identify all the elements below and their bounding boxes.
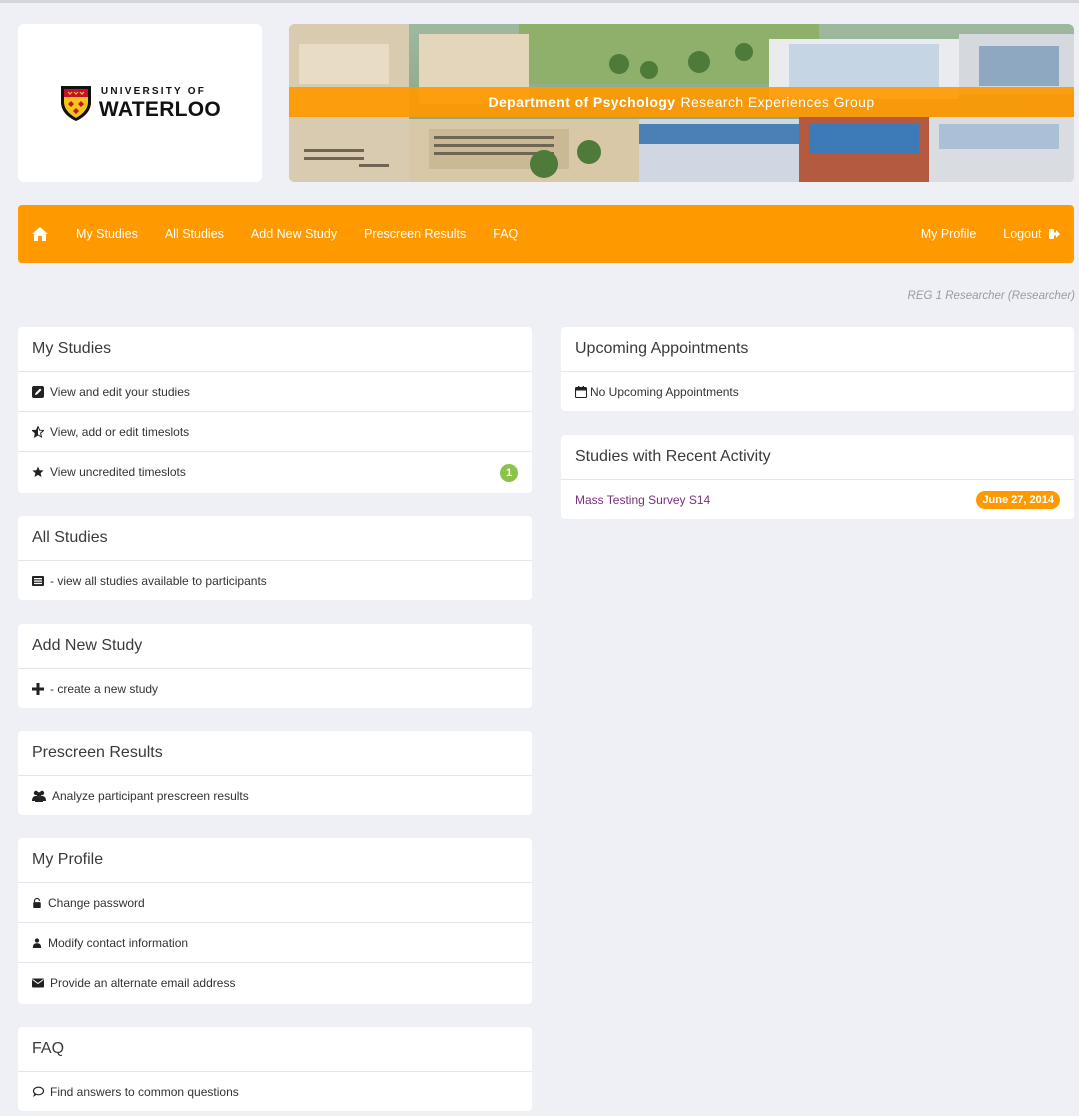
top-border <box>0 0 1079 3</box>
logo-university-of: UNIVERSITY OF <box>100 85 207 97</box>
banner-title: Department of Psychology Research Experi… <box>289 87 1074 117</box>
panel-title: Add New Study <box>18 624 532 669</box>
row-label: Find answers to common questions <box>50 1085 239 1099</box>
main-nav: My Studies All Studies Add New Study Pre… <box>18 205 1074 263</box>
panel-title: Upcoming Appointments <box>561 327 1074 372</box>
banner-bold-text: Department of Psychology <box>488 94 676 110</box>
star-icon <box>32 466 44 477</box>
calendar-icon <box>575 386 587 398</box>
row-label: View and edit your studies <box>50 384 190 399</box>
header-banner: Department of Psychology Research Experi… <box>289 24 1074 182</box>
users-icon <box>32 790 46 802</box>
envelope-icon <box>32 978 44 988</box>
recent-study-link[interactable]: Mass Testing Survey S14 <box>575 493 710 507</box>
row-view-all-studies[interactable]: - view all studies available to particip… <box>18 561 532 600</box>
lock-icon <box>33 897 41 908</box>
uncredited-count-badge: 1 <box>500 464 518 482</box>
list-icon <box>32 576 44 586</box>
chat-icon <box>32 1086 44 1097</box>
nav-faq[interactable]: FAQ <box>493 227 518 241</box>
panel-prescreen-results: Prescreen Results Analyze participant pr… <box>18 731 532 815</box>
user-icon <box>32 937 42 948</box>
panel-recent-activity: Studies with Recent Activity Mass Testin… <box>561 435 1074 519</box>
nav-prescreen-results[interactable]: Prescreen Results <box>364 227 466 241</box>
half-star-icon <box>32 425 44 438</box>
recent-study-date-badge: June 27, 2014 <box>976 491 1060 509</box>
row-analyze-prescreen[interactable]: Analyze participant prescreen results <box>18 776 532 815</box>
row-label: Change password <box>48 895 145 910</box>
panel-title: My Studies <box>18 327 532 372</box>
row-label: Analyze participant prescreen results <box>52 789 249 803</box>
row-view-edit-studies[interactable]: View and edit your studies <box>18 372 532 412</box>
nav-logout[interactable]: Logout <box>1003 227 1060 241</box>
home-icon[interactable] <box>32 227 48 241</box>
row-label: Modify contact information <box>48 935 189 950</box>
row-change-password[interactable]: Change password <box>18 883 532 923</box>
panel-title: Prescreen Results <box>18 731 532 776</box>
row-create-study[interactable]: - create a new study <box>18 669 532 708</box>
nav-all-studies[interactable]: All Studies <box>165 227 224 241</box>
row-label: - create a new study <box>50 682 159 696</box>
shield-crest-icon <box>60 86 91 121</box>
edit-icon <box>32 385 44 398</box>
banner-text: Research Experiences Group <box>680 94 875 110</box>
row-timeslots[interactable]: View, add or edit timeslots <box>18 412 532 452</box>
nav-add-new-study[interactable]: Add New Study <box>251 227 337 241</box>
panel-title: Studies with Recent Activity <box>561 435 1074 480</box>
panel-my-profile: My Profile Change password Modify contac… <box>18 838 532 1004</box>
panel-title: FAQ <box>18 1027 532 1072</box>
row-label: Provide an alternate email address <box>50 976 236 990</box>
panel-add-new-study: Add New Study - create a new study <box>18 624 532 708</box>
current-user: REG 1 Researcher (Researcher) <box>907 290 1075 302</box>
nav-my-studies[interactable]: My Studies <box>76 227 138 241</box>
panel-title: My Profile <box>18 838 532 883</box>
row-find-answers[interactable]: Find answers to common questions <box>18 1072 532 1111</box>
row-recent-study[interactable]: Mass Testing Survey S14 June 27, 2014 <box>561 480 1074 519</box>
panel-title: All Studies <box>18 516 532 561</box>
nav-my-profile[interactable]: My Profile <box>921 227 977 241</box>
plus-icon <box>32 683 44 695</box>
university-logo: UNIVERSITY OF WATERLOO <box>59 84 221 122</box>
row-alternate-email[interactable]: Provide an alternate email address <box>18 963 532 1003</box>
row-no-appointments: No Upcoming Appointments <box>561 372 1074 411</box>
panel-all-studies: All Studies - view all studies available… <box>18 516 532 600</box>
nav-right: My Profile Logout <box>894 205 1060 263</box>
row-uncredited-timeslots[interactable]: View uncredited timeslots 1 <box>18 452 532 492</box>
panel-my-studies: My Studies View and edit your studies Vi… <box>18 327 532 493</box>
row-label: View uncredited timeslots <box>50 465 186 479</box>
row-modify-contact[interactable]: Modify contact information <box>18 923 532 963</box>
university-logo-box[interactable]: UNIVERSITY OF WATERLOO <box>18 24 262 182</box>
panel-upcoming-appointments: Upcoming Appointments No Upcoming Appoin… <box>561 327 1074 411</box>
row-label: View, add or edit timeslots <box>50 424 190 439</box>
row-label: No Upcoming Appointments <box>590 385 739 399</box>
row-label: - view all studies available to particip… <box>50 574 267 588</box>
panel-faq: FAQ Find answers to common questions <box>18 1027 532 1111</box>
logout-icon <box>1049 229 1060 239</box>
logo-waterloo: WATERLOO <box>98 97 222 121</box>
nav-logout-label: Logout <box>1003 227 1042 241</box>
